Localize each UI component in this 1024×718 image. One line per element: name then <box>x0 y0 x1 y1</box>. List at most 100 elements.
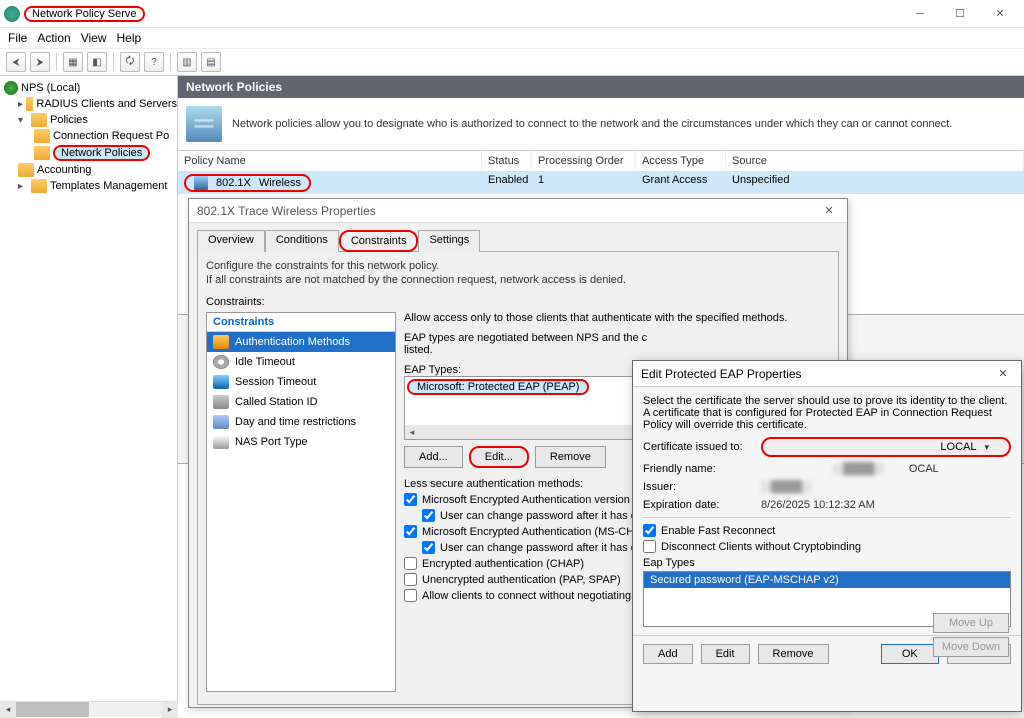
tree-network-policies[interactable]: Network Policies <box>0 144 177 162</box>
constraint-session[interactable]: Session Timeout <box>207 372 395 392</box>
peap-ok-button[interactable]: OK <box>881 644 939 664</box>
peap-dialog: Edit Protected EAP Properties ✕ Select t… <box>632 360 1022 712</box>
forward-button[interactable]: ⮞ <box>30 52 50 72</box>
lock-icon <box>213 335 229 349</box>
tree-scrollbar[interactable]: ◂▸ <box>0 701 178 717</box>
toolbar-btn-4[interactable]: ◧ <box>87 52 107 72</box>
toolbar-btn-3[interactable]: ▦ <box>63 52 83 72</box>
chk-pap[interactable] <box>404 573 417 586</box>
caret-down-icon: ▾ <box>18 115 28 126</box>
folder-icon <box>31 113 47 127</box>
window-title-highlight: Network Policy Serve <box>24 6 145 22</box>
tree-panel: NPS (Local) ▸ RADIUS Clients and Servers… <box>0 76 178 717</box>
policy-name-highlight: 802.1X Wireless <box>184 174 311 192</box>
eap2-label: Eap Types <box>643 557 1011 569</box>
col-name[interactable]: Policy Name <box>178 151 482 171</box>
remove-button[interactable]: Remove <box>535 446 606 468</box>
tab-settings[interactable]: Settings <box>418 230 480 252</box>
refresh-button[interactable]: 🗘 <box>120 52 140 72</box>
peap-close-icon[interactable]: ✕ <box>993 364 1013 384</box>
caret-icon: ▸ <box>18 99 23 110</box>
chk-mschap2[interactable] <box>404 493 417 506</box>
col-access[interactable]: Access Type <box>636 151 726 171</box>
window-title: Network Policy Serve <box>32 8 137 20</box>
menu-file[interactable]: File <box>8 31 27 45</box>
peap-remove-button[interactable]: Remove <box>758 644 829 664</box>
chk-changepw1[interactable] <box>422 509 435 522</box>
table-row[interactable]: 802.1X Wireless Enabled 1 Grant Access U… <box>178 172 1024 194</box>
toolbar-btn-8[interactable]: ▤ <box>201 52 221 72</box>
session-icon <box>213 375 229 389</box>
col-order[interactable]: Processing Order <box>532 151 636 171</box>
peap-add-button[interactable]: Add <box>643 644 693 664</box>
constraints-list-header: Constraints <box>207 313 395 332</box>
folder-icon <box>31 179 47 193</box>
close-button[interactable]: ✕ <box>980 2 1020 26</box>
chevron-down-icon: ▾ <box>984 442 989 453</box>
menu-view[interactable]: View <box>81 31 107 45</box>
station-icon <box>213 395 229 409</box>
constraints-label: Constraints: <box>206 296 830 308</box>
tab-constraints[interactable]: Constraints <box>339 230 419 252</box>
exp-label: Expiration date: <box>643 499 753 511</box>
chk-fast-reconnect[interactable] <box>643 524 656 537</box>
menubar: File Action View Help <box>0 28 1024 48</box>
col-source[interactable]: Source <box>726 151 1024 171</box>
tree-policies[interactable]: ▾ Policies <box>0 112 177 128</box>
tree-accounting[interactable]: Accounting <box>0 162 177 178</box>
chk-mschap[interactable] <box>404 525 417 538</box>
folder-icon <box>18 163 34 177</box>
table-header: Policy Name Status Processing Order Acce… <box>178 151 1024 172</box>
content-header: Network Policies <box>178 76 1024 98</box>
minimize-button[interactable]: ─ <box>900 2 940 26</box>
back-button[interactable]: ⮜ <box>6 52 26 72</box>
moveup-button[interactable]: Move Up <box>933 613 1009 633</box>
constraint-idle[interactable]: Idle Timeout <box>207 352 395 372</box>
chk-chap[interactable] <box>404 557 417 570</box>
movedown-button[interactable]: Move Down <box>933 637 1009 657</box>
caret-icon: ▸ <box>18 181 28 192</box>
folder-icon <box>26 97 33 111</box>
chk-nonego[interactable] <box>404 589 417 602</box>
tree-root[interactable]: NPS (Local) <box>0 80 177 96</box>
friendly-blur: ████ <box>833 463 884 475</box>
calendar-icon <box>213 415 229 429</box>
right-text2b: listed. <box>404 344 830 356</box>
menu-help[interactable]: Help <box>117 31 142 45</box>
cert-dropdown[interactable]: LOCAL ▾ <box>761 437 1011 457</box>
constraint-daytime[interactable]: Day and time restrictions <box>207 412 395 432</box>
tab-overview[interactable]: Overview <box>197 230 265 252</box>
issuer-label: Issuer: <box>643 481 753 493</box>
toolbar-btn-7[interactable]: ▥ <box>177 52 197 72</box>
eap-item-peap[interactable]: Microsoft: Protected EAP (PEAP) <box>407 379 589 395</box>
dialog-close-icon[interactable]: ✕ <box>819 201 839 221</box>
maximize-button[interactable]: ☐ <box>940 2 980 26</box>
clock-icon <box>213 355 229 369</box>
add-button[interactable]: Add... <box>404 446 463 468</box>
tab-conditions[interactable]: Conditions <box>265 230 339 252</box>
edit-button[interactable]: Edit... <box>469 446 529 468</box>
intro-text: Network policies allow you to designate … <box>232 118 952 130</box>
right-text2: EAP types are negotiated between NPS and… <box>404 332 830 344</box>
policy-icon <box>194 176 208 190</box>
tree-connreq[interactable]: Connection Request Po <box>0 128 177 144</box>
tree-radius[interactable]: ▸ RADIUS Clients and Servers <box>0 96 177 112</box>
toolbar-btn-6[interactable]: ? <box>144 52 164 72</box>
constraint-auth-methods[interactable]: Authentication Methods <box>207 332 395 352</box>
peap-title: Edit Protected EAP Properties <box>641 367 993 381</box>
peap-eap-item[interactable]: Secured password (EAP-MSCHAP v2) <box>644 572 1010 588</box>
exp-value: 8/26/2025 10:12:32 AM <box>761 499 1011 511</box>
chk-cryptobind[interactable] <box>643 540 656 553</box>
chk-changepw2[interactable] <box>422 541 435 554</box>
constraint-station[interactable]: Called Station ID <box>207 392 395 412</box>
menu-action[interactable]: Action <box>37 31 70 45</box>
dialog-title: 802.1X Trace Wireless Properties <box>197 204 819 218</box>
folder-icon <box>34 146 50 160</box>
toolbar: ⮜ ⮞ ▦ ◧ 🗘 ? ▥ ▤ <box>0 48 1024 76</box>
right-text1: Allow access only to those clients that … <box>404 312 830 324</box>
peap-edit-button[interactable]: Edit <box>701 644 750 664</box>
issuer-blur: ████ <box>761 481 812 493</box>
constraint-nas[interactable]: NAS Port Type <box>207 432 395 452</box>
col-status[interactable]: Status <box>482 151 532 171</box>
tree-templates[interactable]: ▸ Templates Management <box>0 178 177 194</box>
